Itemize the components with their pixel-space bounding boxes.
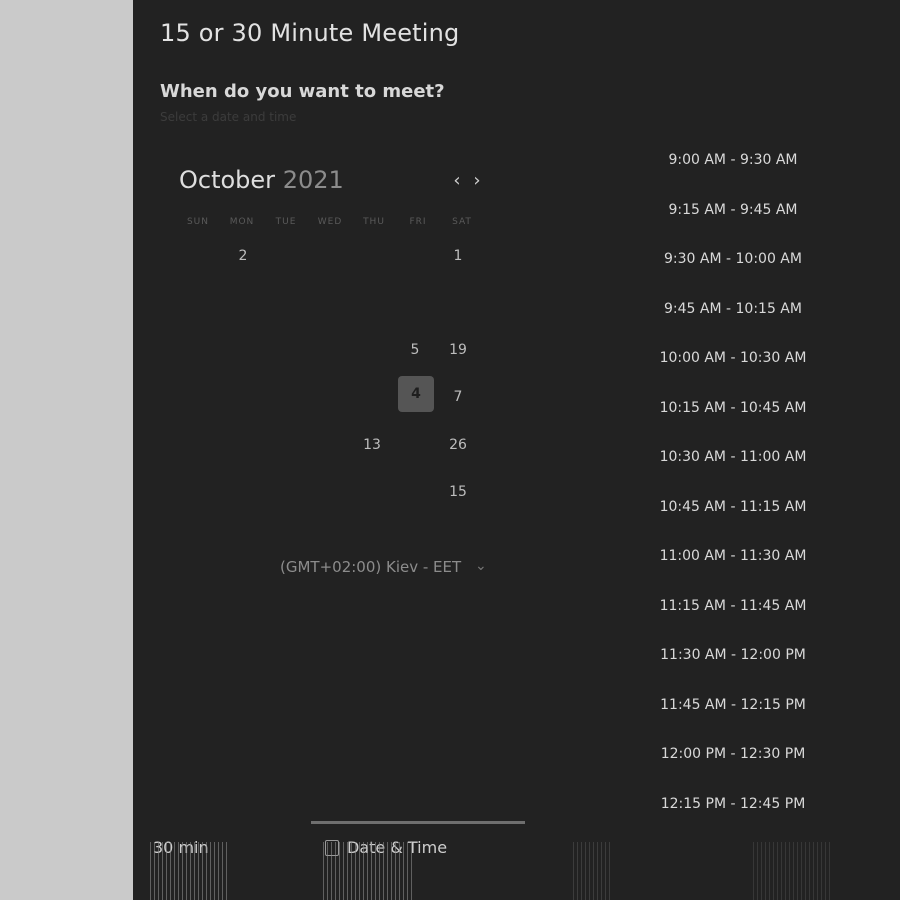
calendar-day[interactable]: 13 (354, 427, 390, 463)
time-slot-button[interactable]: 9:30 AM - 10:00 AM (633, 244, 833, 274)
chevron-down-icon[interactable]: ⌄ (475, 558, 487, 574)
time-slot-button[interactable]: 9:00 AM - 9:30 AM (633, 145, 833, 175)
prompt-subheading: Select a date and time (160, 110, 297, 124)
chevron-right-icon: › (473, 169, 481, 191)
calendar-day-selected[interactable]: 4 (398, 376, 434, 412)
calendar-day[interactable]: 26 (440, 427, 476, 463)
calendar-month-year: October 2021 (179, 166, 344, 194)
next-month-button[interactable]: › (467, 167, 487, 193)
left-background-strip (0, 0, 133, 900)
render-artifact (150, 842, 230, 900)
time-slot-button[interactable]: 9:45 AM - 10:15 AM (633, 294, 833, 324)
previous-month-button[interactable]: ‹ (447, 167, 467, 193)
time-slot-button[interactable]: 10:00 AM - 10:30 AM (633, 343, 833, 373)
time-slot-button[interactable]: 12:15 PM - 12:45 PM (633, 789, 833, 819)
calendar-day[interactable]: 15 (440, 474, 476, 510)
time-slot-button[interactable]: 11:15 AM - 11:45 AM (633, 591, 833, 621)
weekday-label: TUE (275, 217, 297, 227)
calendar-month: October (179, 166, 276, 194)
page-title: 15 or 30 Minute Meeting (160, 19, 460, 47)
render-artifact (323, 842, 413, 900)
time-slot-button[interactable]: 11:00 AM - 11:30 AM (633, 541, 833, 571)
weekday-header-row: SUN MON TUE WED THU FRI SAT (179, 217, 481, 227)
calendar-year: 2021 (282, 166, 344, 194)
time-slot-button[interactable]: 11:45 AM - 12:15 PM (633, 690, 833, 720)
render-artifact (573, 842, 613, 900)
chevron-left-icon: ‹ (453, 169, 461, 191)
active-step-indicator (311, 821, 525, 824)
calendar-day[interactable]: 2 (225, 238, 261, 274)
timezone-select[interactable]: (GMT+02:00) Kiev - EET (280, 558, 461, 576)
render-artifact (753, 842, 833, 900)
weekday-label: MON (229, 217, 255, 227)
weekday-label: THU (363, 217, 385, 227)
weekday-label: SUN (186, 217, 210, 227)
prompt-heading: When do you want to meet? (160, 81, 445, 102)
time-slot-button[interactable]: 9:15 AM - 9:45 AM (633, 195, 833, 225)
calendar-day[interactable]: 19 (440, 332, 476, 368)
weekday-label: FRI (409, 217, 427, 227)
weekday-label: SAT (452, 217, 472, 227)
weekday-label: WED (317, 217, 343, 227)
time-slot-button[interactable]: 11:30 AM - 12:00 PM (633, 640, 833, 670)
time-slot-button[interactable]: 10:45 AM - 11:15 AM (633, 492, 833, 522)
time-slot-button[interactable]: 10:15 AM - 10:45 AM (633, 393, 833, 423)
calendar-day[interactable]: 5 (397, 332, 433, 368)
time-slot-button[interactable]: 12:00 PM - 12:30 PM (633, 739, 833, 769)
scheduler-panel: 15 or 30 Minute Meeting When do you want… (133, 0, 900, 900)
calendar-day[interactable]: 7 (440, 379, 476, 415)
calendar-day[interactable]: 1 (440, 238, 476, 274)
time-slot-button[interactable]: 10:30 AM - 11:00 AM (633, 442, 833, 472)
